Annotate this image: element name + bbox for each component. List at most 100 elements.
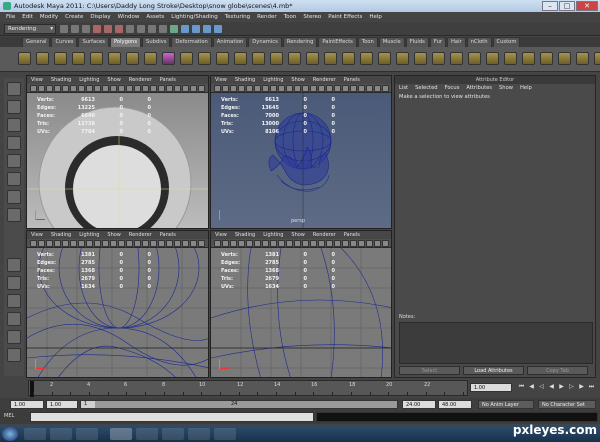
go-to-start-icon[interactable]: ⏮ (518, 383, 525, 391)
combine-icon[interactable] (234, 52, 247, 65)
select-camera-icon[interactable] (214, 240, 221, 247)
panel-menu-view[interactable]: View (215, 231, 227, 239)
safe-action-icon[interactable] (286, 85, 293, 92)
taskbar-photoshop-icon[interactable] (162, 428, 184, 440)
attr-menu-show[interactable]: Show (499, 84, 513, 93)
isolate-select-icon[interactable] (182, 240, 189, 247)
field-chart-icon[interactable] (94, 240, 101, 247)
taskbar-browser-icon[interactable] (76, 428, 98, 440)
notes-field[interactable] (399, 322, 593, 364)
high-quality-icon[interactable] (190, 240, 197, 247)
smooth-shade-icon[interactable] (310, 85, 317, 92)
extrude-icon[interactable] (468, 52, 481, 65)
field-chart-icon[interactable] (278, 85, 285, 92)
textured-icon[interactable] (326, 85, 333, 92)
merge-icon[interactable] (522, 52, 535, 65)
bookmarks-icon[interactable] (230, 240, 237, 247)
attr-menu-focus[interactable]: Focus (445, 84, 460, 93)
poly-sphere-icon[interactable] (18, 52, 31, 65)
maximize-icon[interactable]: □ (559, 1, 575, 11)
play-backwards-icon[interactable]: ◀ (548, 383, 555, 391)
isolate-select-icon[interactable] (182, 85, 189, 92)
menu-display[interactable]: Display (90, 14, 110, 20)
snap-point-icon[interactable] (148, 25, 156, 33)
graph-editor-layout-icon[interactable] (7, 348, 21, 362)
taskbar-media-icon[interactable] (50, 428, 72, 440)
shelf-tab-ncloth[interactable]: nCloth (466, 37, 492, 47)
film-gate-icon[interactable] (70, 240, 77, 247)
panel-menu-renderer[interactable]: Renderer (313, 231, 336, 239)
menu-stereo[interactable]: Stereo (303, 14, 321, 20)
grid-icon[interactable] (246, 85, 253, 92)
safe-action-icon[interactable] (102, 240, 109, 247)
panel-menu-view[interactable]: View (215, 76, 227, 84)
construction-history-icon[interactable] (170, 25, 178, 33)
extract-icon[interactable] (270, 52, 283, 65)
paint-select-tool-icon[interactable] (7, 118, 21, 132)
shelf-tab-dynamics[interactable]: Dynamics (248, 37, 282, 47)
panel-menu-view[interactable]: View (31, 231, 43, 239)
wireframe-on-shaded-icon[interactable] (318, 240, 325, 247)
panel-menu-renderer[interactable]: Renderer (313, 76, 336, 84)
playback-start-field[interactable]: 1.00 (46, 400, 78, 409)
xray-joints-icon[interactable] (358, 85, 365, 92)
gate-mask-icon[interactable] (270, 240, 277, 247)
poly-helix-icon[interactable] (180, 52, 193, 65)
panel-menu-view[interactable]: View (31, 76, 43, 84)
menu-file[interactable]: File (6, 14, 15, 20)
snap-curve-icon[interactable] (137, 25, 145, 33)
viewport-canvas[interactable]: Verts: 6613 0 0 Edges: 13645 0 0 Faces: 7000 0 0 Tri… (211, 93, 391, 228)
shadows-icon[interactable] (158, 85, 165, 92)
gate-mask-icon[interactable] (270, 85, 277, 92)
attr-menu-selected[interactable]: Selected (415, 84, 438, 93)
textured-icon[interactable] (326, 240, 333, 247)
single-perspective-layout-icon[interactable] (7, 258, 21, 272)
shelf-tab-fluids[interactable]: Fluids (405, 37, 429, 47)
camera-attributes-icon[interactable] (222, 240, 229, 247)
field-chart-icon[interactable] (278, 240, 285, 247)
wedge-icon[interactable] (558, 52, 571, 65)
panel-menu-panels[interactable]: Panels (344, 76, 360, 84)
bookmarks-icon[interactable] (230, 85, 237, 92)
image-plane-icon[interactable] (54, 240, 61, 247)
average-vertices-icon[interactable] (324, 52, 337, 65)
shelf-tab-general[interactable]: General (22, 37, 51, 47)
menu-lighting-shading[interactable]: Lighting/Shading (171, 14, 217, 20)
viewport-top-right[interactable]: View Shading Lighting Show Renderer Pane… (210, 75, 392, 229)
wireframe-on-shaded-icon[interactable] (318, 85, 325, 92)
wireframe-icon[interactable] (118, 85, 125, 92)
safe-title-icon[interactable] (110, 85, 117, 92)
high-quality-icon[interactable] (190, 85, 197, 92)
go-to-end-icon[interactable]: ⏭ (588, 383, 595, 391)
poly-pyramid-icon[interactable] (144, 52, 157, 65)
menu-modify[interactable]: Modify (40, 14, 58, 20)
poly-plane-icon[interactable] (90, 52, 103, 65)
resolution-gate-icon[interactable] (78, 240, 85, 247)
smooth-shade-icon[interactable] (126, 240, 133, 247)
use-all-lights-icon[interactable] (150, 240, 157, 247)
shelf-tab-animation[interactable]: Animation (212, 37, 248, 47)
panel-menu-lighting[interactable]: Lighting (79, 76, 99, 84)
menu-edit[interactable]: Edit (22, 14, 33, 20)
shelf-tab-surfaces[interactable]: Surfaces (78, 37, 109, 47)
smooth-shade-icon[interactable] (126, 85, 133, 92)
animation-start-field[interactable]: 1.00 (10, 400, 44, 409)
menu-help[interactable]: Help (369, 14, 382, 20)
shadows-icon[interactable] (342, 85, 349, 92)
select-by-component-icon[interactable] (115, 25, 123, 33)
move-tool-icon[interactable] (7, 136, 21, 150)
render-view-icon[interactable] (181, 25, 189, 33)
panel-menu-renderer[interactable]: Renderer (129, 231, 152, 239)
safe-title-icon[interactable] (110, 240, 117, 247)
xray-icon[interactable] (166, 85, 173, 92)
anim-layer-dropdown[interactable]: No Anim Layer (478, 400, 534, 409)
select-tool-icon[interactable] (7, 82, 21, 96)
range-slider[interactable]: 1 24 (80, 400, 398, 409)
poly-cube-icon[interactable] (36, 52, 49, 65)
booleans-icon[interactable] (288, 52, 301, 65)
safe-action-icon[interactable] (286, 240, 293, 247)
time-slider[interactable]: 2 4 6 8 10 12 14 16 18 20 22 (28, 380, 468, 397)
taskbar-photoshop-2-icon[interactable] (188, 428, 210, 440)
lasso-tool-icon[interactable] (7, 100, 21, 114)
shelf-tab-toon[interactable]: Toon (357, 37, 378, 47)
